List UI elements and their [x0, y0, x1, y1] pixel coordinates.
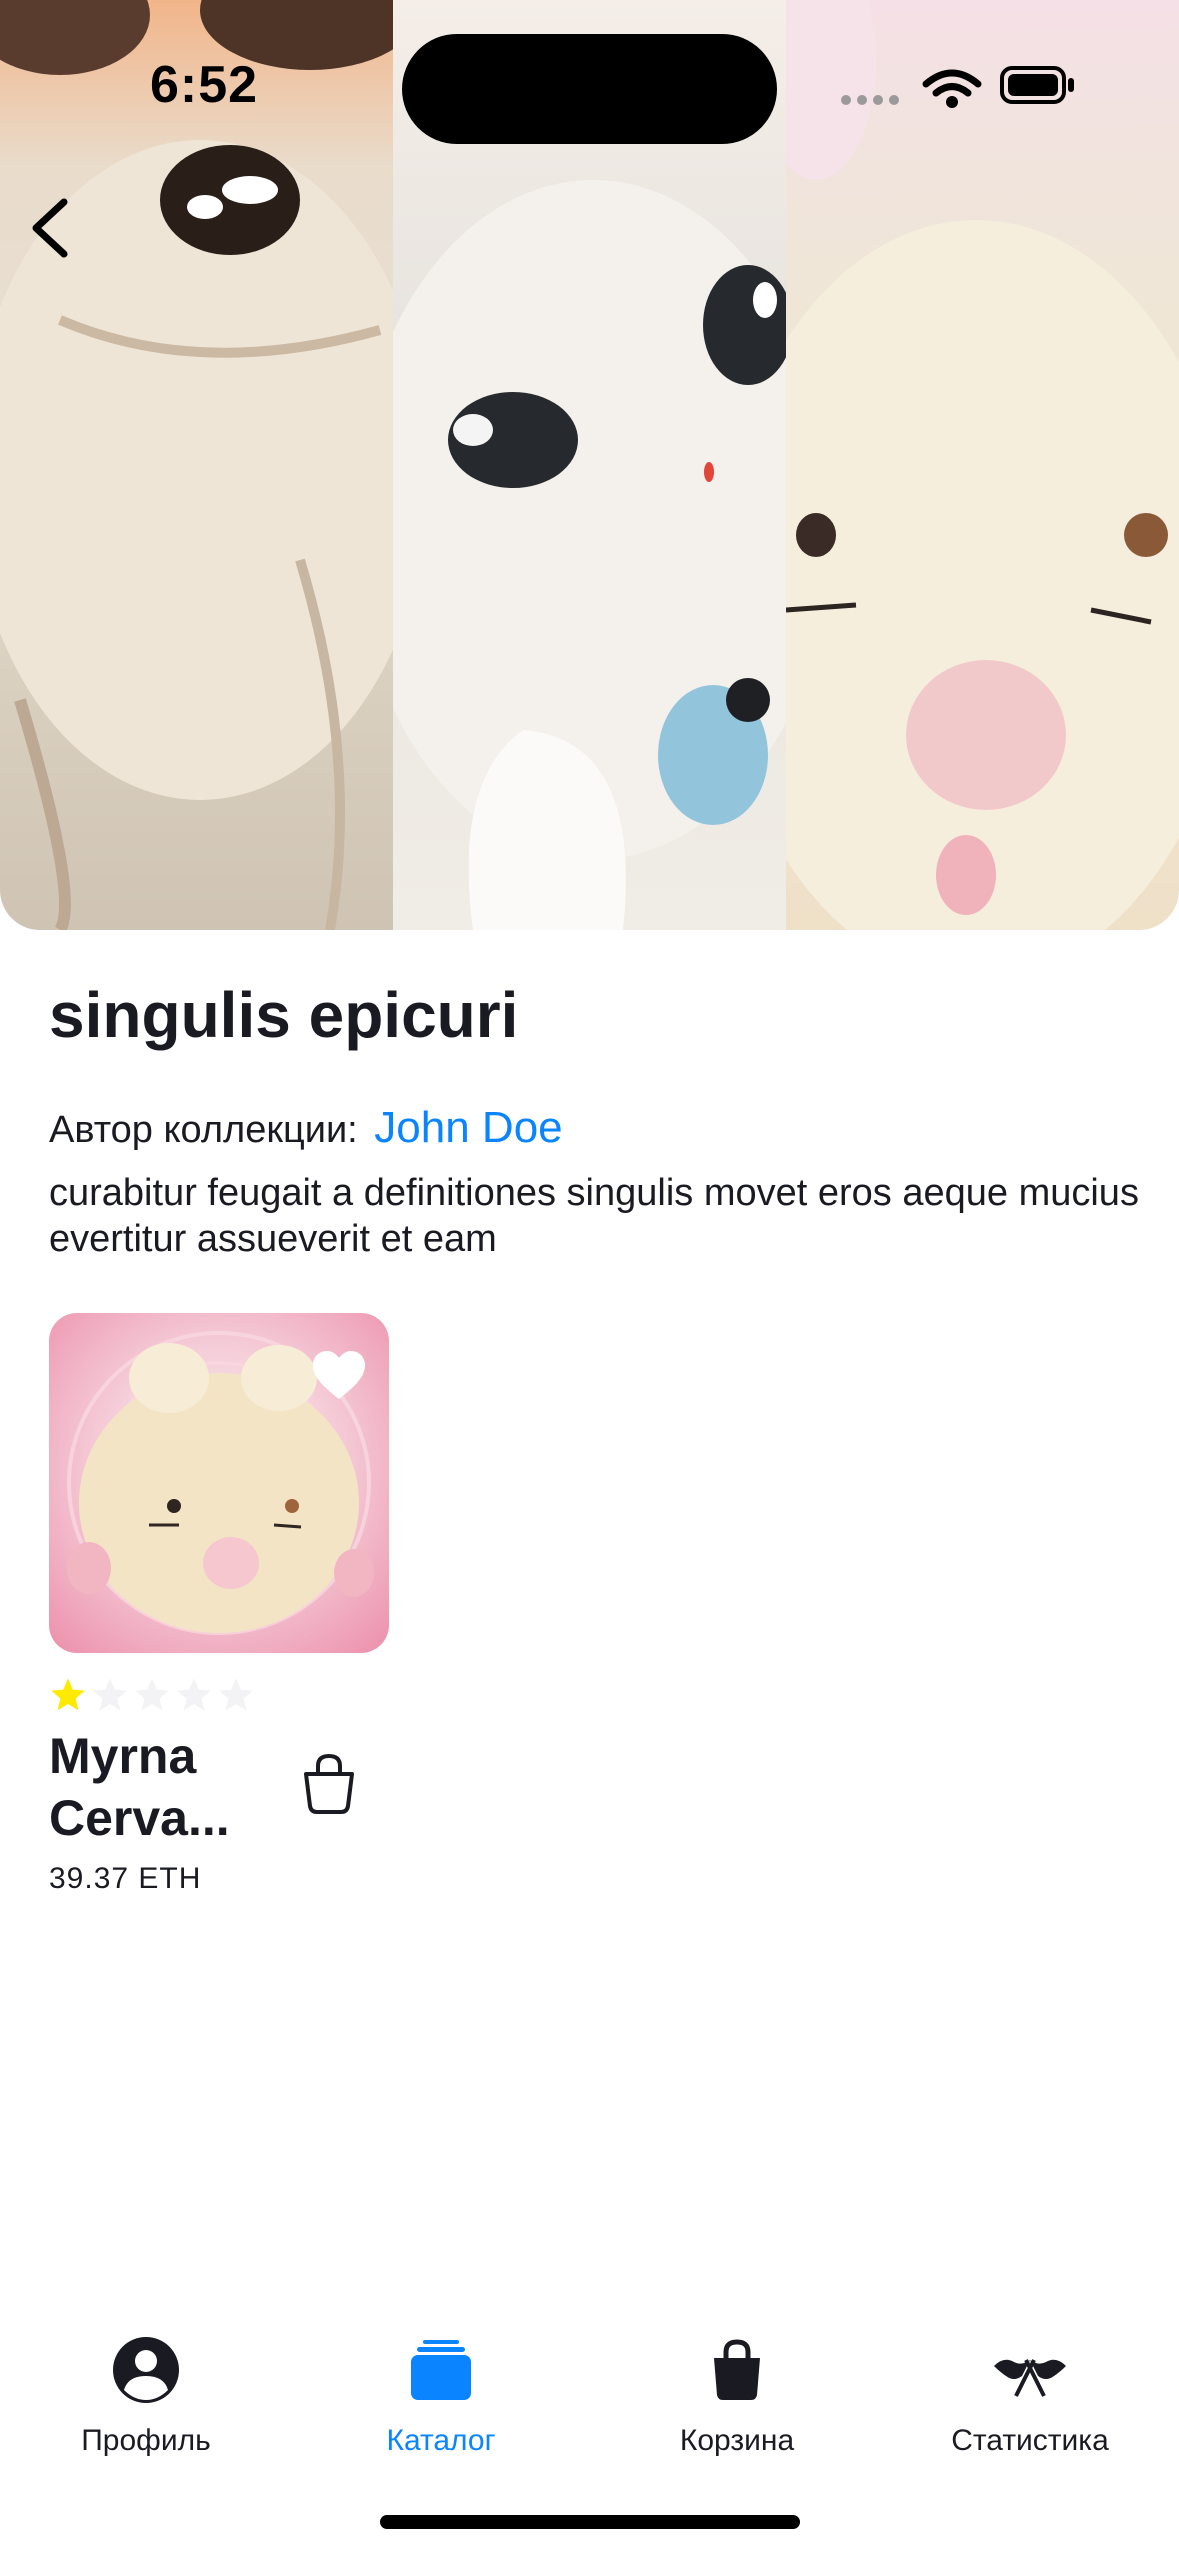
chevron-left-icon: [32, 198, 68, 258]
cart-add-icon: [304, 1753, 354, 1814]
wifi-icon: [922, 69, 982, 97]
cover-image-hamster-toy: [786, 0, 1179, 930]
add-to-cart-button[interactable]: [300, 1752, 358, 1816]
tab-statistics[interactable]: Статистика: [900, 2330, 1160, 2458]
author-link[interactable]: John Doe: [374, 1103, 562, 1152]
collection-description: curabitur feugait a definitiones singuli…: [49, 1172, 1139, 1260]
cellular-signal-icon: [841, 95, 899, 105]
star-empty-icon: [219, 1678, 253, 1711]
star-empty-icon: [135, 1678, 169, 1711]
tab-label: Корзина: [679, 2424, 795, 2457]
tab-label: Профиль: [81, 2424, 211, 2457]
status-indicators: [840, 60, 1080, 110]
catalog-icon: [411, 2340, 471, 2400]
star-empty-icon: [93, 1678, 127, 1711]
like-button[interactable]: [311, 1349, 367, 1405]
tab-profile[interactable]: Профиль: [16, 2330, 276, 2458]
collection-cover: 6:52: [0, 0, 1179, 930]
tab-label: Статистика: [951, 2424, 1109, 2457]
tab-label: Каталог: [386, 2424, 496, 2457]
nft-price: 39.37 ETH: [49, 1862, 202, 1895]
nft-card-image[interactable]: [49, 1313, 389, 1653]
home-indicator: [380, 2515, 800, 2529]
rating-stars: [49, 1676, 255, 1714]
collection-title: singulis epicuri: [49, 979, 519, 1051]
cart-icon: [714, 2339, 760, 2400]
tab-cart[interactable]: Корзина: [607, 2330, 867, 2458]
back-button[interactable]: [18, 188, 82, 268]
star-empty-icon: [177, 1678, 211, 1711]
statistics-icon: [994, 2359, 1066, 2397]
status-time: 6:52: [150, 56, 259, 114]
author-row: Автор коллекции: John Doe: [49, 1103, 563, 1153]
heart-icon: [313, 1351, 365, 1399]
star-filled-icon: [51, 1678, 85, 1711]
tab-catalog[interactable]: Каталог: [311, 2330, 571, 2458]
nft-name: Myrna Cerva...: [49, 1728, 230, 1846]
cover-image-dog-toy: [0, 0, 393, 930]
dynamic-island: [402, 34, 777, 144]
tab-bar: Профиль Каталог Корзина Статистика: [0, 2300, 1179, 2490]
author-prefix: Автор коллекции:: [49, 1109, 358, 1151]
battery-icon: [1000, 66, 1074, 104]
profile-icon: [113, 2337, 179, 2403]
